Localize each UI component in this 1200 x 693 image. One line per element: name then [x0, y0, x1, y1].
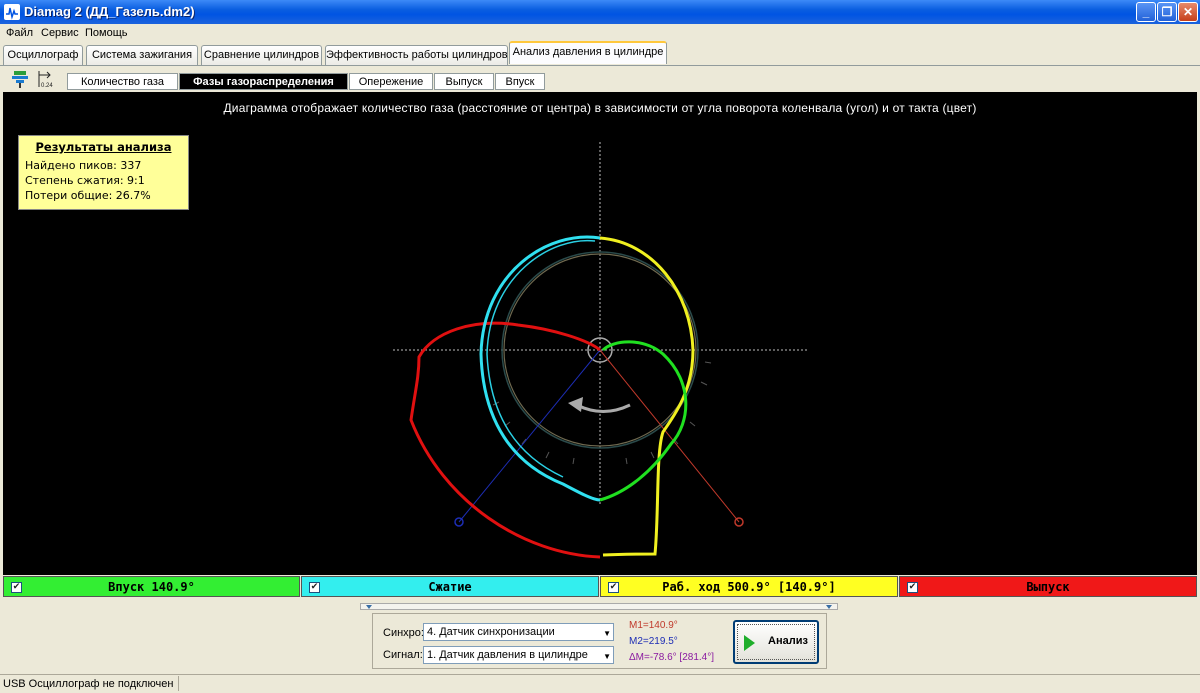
analyze-button[interactable]: Анализ — [733, 620, 819, 664]
power-stroke-trace — [599, 236, 695, 557]
sub-toolbar: 0.24 Количество газа Фазы газораспределе… — [0, 66, 1200, 92]
phase-compression[interactable]: ✔ Сжатие — [301, 576, 599, 597]
marker-m1-line — [599, 349, 740, 523]
tab-pressure-analysis[interactable]: Анализ давления в цилиндре — [509, 41, 667, 64]
rotation-arrow-icon — [568, 397, 583, 412]
minimize-icon[interactable]: _ — [1136, 2, 1156, 22]
sync-label: Синхро: — [383, 627, 424, 639]
tab-cylinder-efficiency[interactable]: Эффективность работы цилиндров — [325, 45, 508, 65]
phase-compression-checkbox[interactable]: ✔ — [309, 582, 320, 593]
status-bar: USB Осциллограф не подключен — [0, 674, 1200, 693]
signal-label: Сигнал: — [383, 649, 423, 661]
main-tabs: Осциллограф Система зажигания Сравнение … — [0, 41, 1200, 66]
scale-icon-text: 0.24 — [41, 83, 53, 89]
subtab-intake[interactable]: Впуск — [495, 73, 545, 90]
compression-trace-band — [486, 239, 596, 478]
tab-cylinder-compare[interactable]: Сравнение цилиндров — [201, 45, 322, 65]
phase-power-stroke-label: Раб. ход 500.9° [140.9°] — [662, 580, 836, 594]
sync-select-value: 4. Датчик синхронизации — [427, 626, 555, 638]
close-icon[interactable]: ✕ — [1178, 2, 1198, 22]
phase-legend: ✔ Впуск 140.9° ✔ Сжатие ✔ Раб. ход 500.9… — [3, 576, 1197, 598]
signal-select-value: 1. Датчик давления в цилиндре — [427, 649, 588, 661]
phase-exhaust-label: Выпуск — [1026, 580, 1070, 594]
subtab-advance[interactable]: Опережение — [349, 73, 433, 90]
phase-intake-checkbox[interactable]: ✔ — [11, 582, 22, 593]
marker-m1-value: M1=140.9° — [629, 620, 678, 631]
tab-oscilloscope[interactable]: Осциллограф — [3, 45, 83, 65]
polar-plot-area[interactable]: Диаграмма отображает количество газа (ра… — [3, 92, 1197, 575]
phase-exhaust-checkbox[interactable]: ✔ — [907, 582, 918, 593]
marker-delta-value: ΔM=-78.6° [281.4°] — [629, 652, 714, 663]
phase-power-stroke[interactable]: ✔ Раб. ход 500.9° [140.9°] — [600, 576, 898, 597]
app-icon — [4, 4, 20, 20]
results-compression: Степень сжатия: 9:1 — [25, 174, 145, 187]
results-losses: Потери общие: 26.7% — [25, 189, 151, 202]
subtab-valve-timing[interactable]: Фазы газораспределения — [179, 73, 348, 90]
control-panel: Синхро: 4. Датчик синхронизации ▼ Сигнал… — [372, 613, 827, 669]
phase-intake-label: Впуск 140.9° — [108, 580, 195, 594]
signal-select[interactable]: 1. Датчик давления в цилиндре ▼ — [423, 646, 614, 664]
results-title: Результаты анализа — [35, 140, 172, 154]
rotation-direction-arc — [576, 403, 631, 413]
analysis-results-box: Результаты анализа Найдено пиков: 337 Ст… — [18, 135, 189, 210]
tab-ignition[interactable]: Система зажигания — [86, 45, 198, 65]
phase-compression-label: Сжатие — [428, 580, 472, 594]
menu-help[interactable]: Помощь — [85, 27, 128, 39]
compression-trace — [479, 235, 601, 502]
menu-file[interactable]: Файл — [6, 27, 33, 39]
window-title: Diamag 2 (ДД_Газель.dm2) — [24, 4, 195, 19]
phase-power-stroke-checkbox[interactable]: ✔ — [608, 582, 619, 593]
play-icon — [744, 635, 755, 651]
marker-m2-value: M2=219.5° — [629, 636, 678, 647]
settings-icon[interactable] — [10, 69, 30, 89]
panel-splitter[interactable] — [360, 603, 838, 610]
phase-intake[interactable]: ✔ Впуск 140.9° — [3, 576, 300, 597]
status-text: USB Осциллограф не подключен — [3, 678, 174, 690]
chevron-down-icon: ▼ — [603, 629, 611, 638]
phase-exhaust[interactable]: ✔ Выпуск — [899, 576, 1197, 597]
analyze-button-label: Анализ — [768, 635, 808, 647]
results-peaks: Найдено пиков: 337 — [25, 159, 142, 172]
sync-select[interactable]: 4. Датчик синхронизации ▼ — [423, 623, 614, 641]
scale-icon[interactable]: 0.24 — [36, 69, 56, 89]
subtab-gas-amount[interactable]: Количество газа — [67, 73, 178, 90]
chevron-down-icon: ▼ — [603, 652, 611, 661]
marker-m2-line — [458, 349, 601, 523]
menu-service[interactable]: Сервис — [41, 27, 79, 39]
subtab-exhaust[interactable]: Выпуск — [434, 73, 494, 90]
restore-icon[interactable]: ❐ — [1157, 2, 1177, 22]
title-bar: Diamag 2 (ДД_Газель.dm2) _ ❐ ✕ — [0, 0, 1200, 24]
